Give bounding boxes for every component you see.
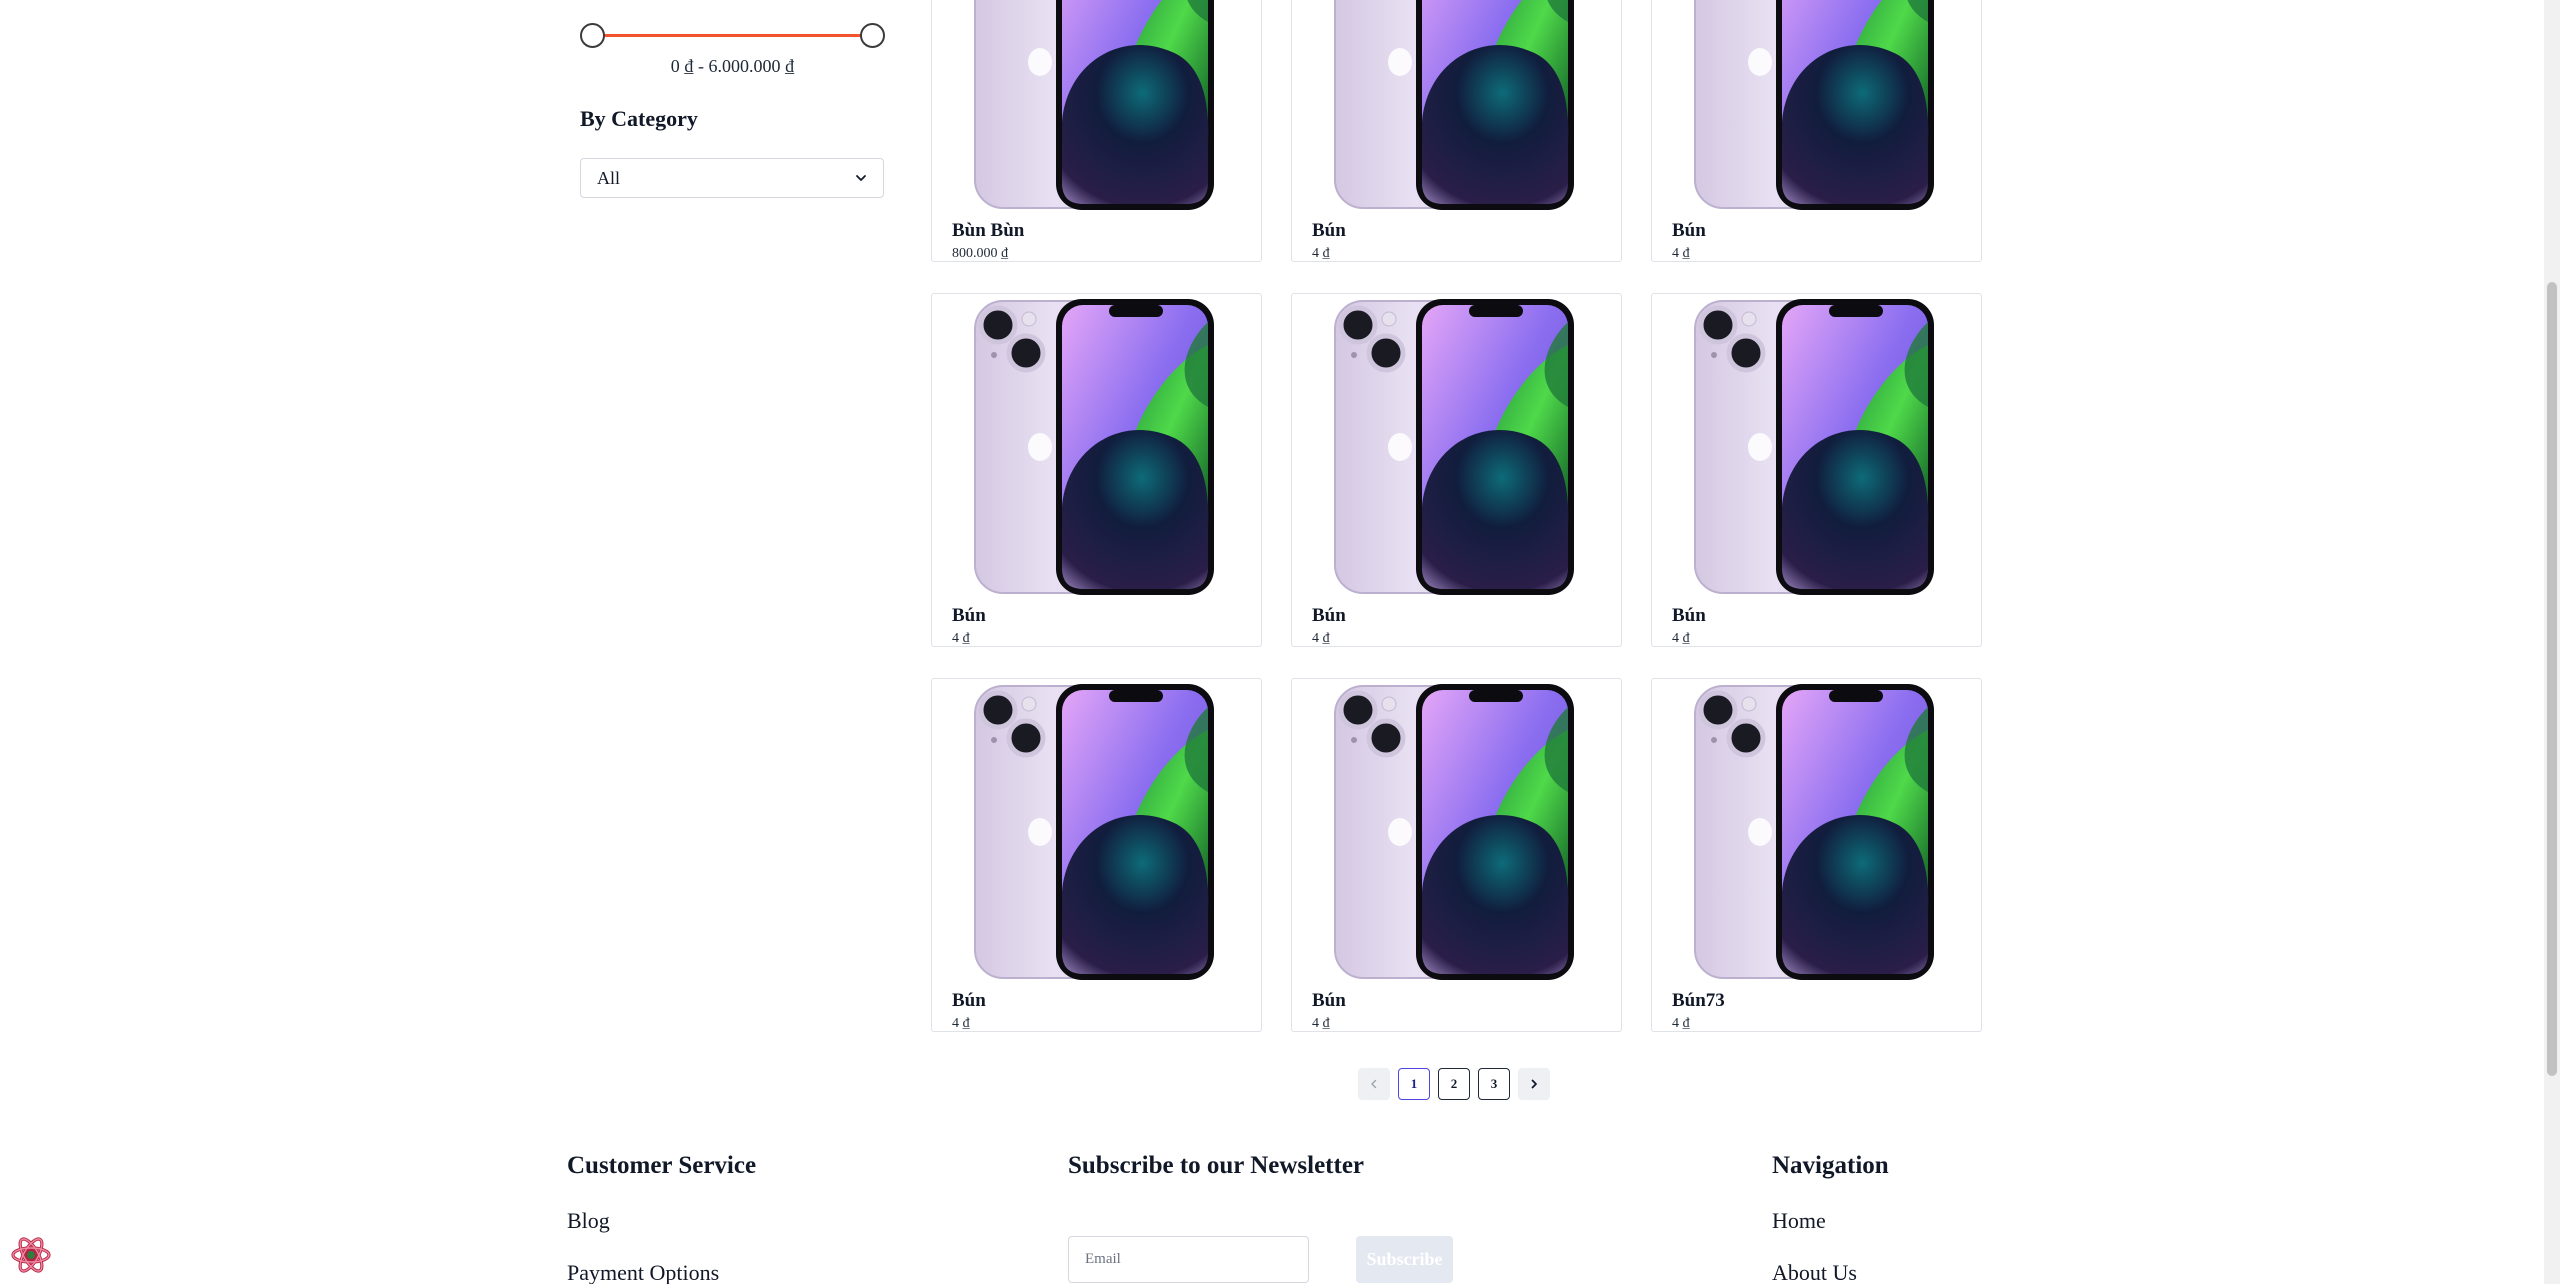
product-card[interactable]: Bún 4 ₫	[1291, 0, 1622, 262]
product-price: 4 ₫	[952, 631, 970, 646]
product-card[interactable]: Bún 4 ₫	[1291, 678, 1622, 1032]
newsletter-heading: Subscribe to our Newsletter	[1068, 1152, 1365, 1179]
product-name[interactable]: Bún	[1312, 605, 1346, 627]
chevron-down-icon	[856, 175, 866, 181]
category-heading: By Category	[580, 106, 698, 131]
scrollbar-thumb[interactable]	[2547, 282, 2557, 1076]
page-button-1[interactable]: 1	[1398, 1068, 1430, 1100]
page-button-3[interactable]: 3	[1478, 1068, 1510, 1100]
product-image[interactable]	[972, 682, 1216, 982]
navigation-heading: Navigation	[1772, 1152, 1889, 1179]
product-card[interactable]: Bùn Bùn 800.000 ₫	[931, 0, 1262, 262]
product-card[interactable]: Bún 4 ₫	[1651, 293, 1982, 647]
product-card[interactable]: Bún73 4 ₫	[1651, 678, 1982, 1032]
product-name[interactable]: Bùn Bùn	[952, 220, 1024, 242]
next-page-button[interactable]	[1518, 1068, 1550, 1100]
page: 0 ₫ - 6.000.000 ₫ By Category All Bùn Bù…	[0, 0, 2560, 1284]
product-price: 4 ₫	[1312, 1016, 1330, 1031]
price-range-track	[592, 34, 873, 37]
product-image[interactable]	[972, 0, 1216, 212]
price-min-handle[interactable]	[580, 23, 605, 48]
product-card[interactable]: Bún 4 ₫	[931, 293, 1262, 647]
product-image[interactable]	[1332, 297, 1576, 597]
chevron-right-icon	[1531, 1079, 1537, 1089]
product-name[interactable]: Bún73	[1672, 990, 1725, 1012]
product-name[interactable]: Bún	[1312, 990, 1346, 1012]
react-devtools-icon[interactable]	[10, 1234, 52, 1276]
customer-service-heading: Customer Service	[567, 1152, 757, 1179]
product-price: 4 ₫	[1672, 1016, 1690, 1031]
product-image[interactable]	[1692, 682, 1936, 982]
footer-link-payment-options[interactable]: Payment Options	[567, 1260, 719, 1284]
page-button-2[interactable]: 2	[1438, 1068, 1470, 1100]
product-image[interactable]	[1692, 0, 1936, 212]
product-price: 4 ₫	[952, 1016, 970, 1031]
product-price: 4 ₫	[1672, 631, 1690, 646]
category-select[interactable]: All	[580, 158, 884, 198]
category-select-value: All	[597, 167, 621, 188]
price-range-text: 0 ₫ - 6.000.000 ₫	[670, 56, 795, 76]
product-price: 800.000 ₫	[952, 246, 1009, 261]
page-scrollbar[interactable]	[2544, 0, 2560, 1284]
chevron-left-icon	[1371, 1079, 1377, 1089]
product-card[interactable]: Bún 4 ₫	[1651, 0, 1982, 262]
product-card[interactable]: Bún 4 ₫	[931, 678, 1262, 1032]
subscribe-button[interactable]: Subscribe	[1356, 1236, 1453, 1283]
product-name[interactable]: Bún	[1312, 220, 1346, 242]
product-image[interactable]	[972, 297, 1216, 597]
product-image[interactable]	[1332, 682, 1576, 982]
product-card[interactable]: Bún 4 ₫	[1291, 293, 1622, 647]
footer-link-about-us[interactable]: About Us	[1772, 1260, 1857, 1284]
product-image[interactable]	[1692, 297, 1936, 597]
product-image[interactable]	[1332, 0, 1576, 212]
product-name[interactable]: Bún	[952, 990, 986, 1012]
price-range-slider[interactable]	[580, 18, 885, 52]
price-max-handle[interactable]	[860, 23, 885, 48]
footer-link-blog[interactable]: Blog	[567, 1208, 610, 1234]
product-price: 4 ₫	[1312, 246, 1330, 261]
prev-page-button[interactable]	[1358, 1068, 1390, 1100]
product-price: 4 ₫	[1312, 631, 1330, 646]
footer-link-home[interactable]: Home	[1772, 1208, 1826, 1234]
product-price: 4 ₫	[1672, 246, 1690, 261]
newsletter-email-input[interactable]	[1068, 1236, 1309, 1283]
product-name[interactable]: Bún	[1672, 605, 1706, 627]
product-name[interactable]: Bún	[1672, 220, 1706, 242]
product-name[interactable]: Bún	[952, 605, 986, 627]
